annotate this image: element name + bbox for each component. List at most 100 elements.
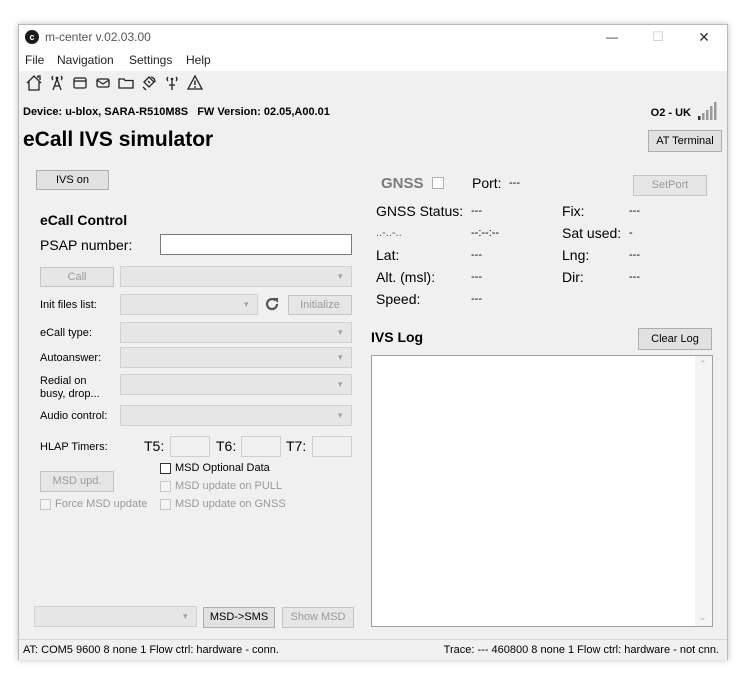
t7-input[interactable] <box>312 436 352 457</box>
at-terminal-button[interactable]: AT Terminal <box>648 130 722 152</box>
gnss-status-label: GNSS Status: <box>376 203 464 219</box>
chevron-down-icon: ▾ <box>244 299 249 309</box>
msd-upd-button[interactable]: MSD upd. <box>40 471 114 492</box>
t6-label: T6: <box>216 438 237 454</box>
refresh-icon[interactable] <box>263 295 281 313</box>
t5-input[interactable] <box>170 436 210 457</box>
gnss-checkbox[interactable] <box>432 177 444 189</box>
call-button[interactable]: Call <box>40 267 114 287</box>
msd-sms-button[interactable]: MSD->SMS <box>203 607 275 628</box>
ivs-log-area[interactable]: ⌃ ⌄ <box>371 355 713 627</box>
close-button[interactable]: ✕ <box>681 25 727 49</box>
t5-label: T5: <box>144 438 165 454</box>
lat-label: Lat: <box>376 247 400 263</box>
antenna-icon[interactable] <box>48 73 66 93</box>
autoanswer-select[interactable]: ▾ <box>120 347 352 368</box>
psap-number-label: PSAP number: <box>40 237 133 253</box>
initialize-button[interactable]: Initialize <box>288 295 352 315</box>
t7-label: T7: <box>286 438 307 454</box>
speed-value: --- <box>471 293 482 305</box>
scroll-down-icon[interactable]: ⌄ <box>699 612 707 623</box>
page-title: eCall IVS simulator <box>23 128 214 151</box>
redial-select[interactable]: ▾ <box>120 374 352 395</box>
psap-number-input[interactable] <box>160 234 352 255</box>
status-trace: Trace: --- 460800 8 none 1 Flow ctrl: ha… <box>443 644 719 656</box>
lat-value: --- <box>471 249 482 261</box>
audio-control-select[interactable]: ▾ <box>120 405 352 426</box>
force-msd-checkbox[interactable] <box>40 499 51 510</box>
msd-update-pull-checkbox[interactable] <box>160 481 171 492</box>
chevron-down-icon: ▾ <box>338 327 343 337</box>
warning-icon[interactable] <box>186 73 204 93</box>
device-info: Device: u-blox, SARA-R510M8S FW Version:… <box>23 106 330 118</box>
lng-value: --- <box>629 249 640 261</box>
show-msd-button[interactable]: Show MSD <box>282 607 354 628</box>
dir-value: --- <box>629 271 640 283</box>
chevron-down-icon: ▾ <box>338 352 343 362</box>
chevron-down-icon: ▾ <box>338 379 343 389</box>
msd-update-gnss-checkbox[interactable] <box>160 499 171 510</box>
alt-value: --- <box>471 271 482 283</box>
chevron-down-icon: ▾ <box>183 611 188 621</box>
t6-input[interactable] <box>241 436 281 457</box>
port-label: Port: <box>472 175 502 191</box>
init-files-label: Init files list: <box>40 299 97 311</box>
app-window: c m-center v.02.03.00 — ☐ ✕ File Navigat… <box>18 24 728 660</box>
audio-control-label: Audio control: <box>40 410 108 422</box>
fix-value: --- <box>629 205 640 217</box>
menu-help[interactable]: Help <box>186 53 211 67</box>
app-logo-icon: c <box>25 30 39 44</box>
dir-label: Dir: <box>562 269 584 285</box>
hlap-timers-label: HLAP Timers: <box>40 441 108 453</box>
redial-label-line1: Redial on <box>40 375 87 387</box>
menu-settings[interactable]: Settings <box>129 53 172 67</box>
scroll-up-icon[interactable]: ⌃ <box>699 359 707 370</box>
ecall-control-heading: eCall Control <box>40 212 128 228</box>
folder-icon[interactable] <box>117 73 135 93</box>
menu-navigation[interactable]: Navigation <box>57 53 114 67</box>
gnss-label: GNSS <box>381 175 424 192</box>
status-at: AT: COM5 9600 8 none 1 Flow ctrl: hardwa… <box>23 644 279 656</box>
speed-label: Speed: <box>376 291 421 307</box>
chevron-down-icon: ▾ <box>338 271 343 281</box>
sat-used-value: - <box>629 227 633 239</box>
gnss-time: --:--:-- <box>471 227 500 239</box>
alt-label: Alt. (msl): <box>376 269 436 285</box>
msd-update-gnss-label: MSD update on GNSS <box>175 498 286 510</box>
call-number-select[interactable]: ▾ <box>120 266 352 287</box>
maximize-button[interactable]: ☐ <box>635 25 681 49</box>
ecall-type-select[interactable]: ▾ <box>120 322 352 343</box>
menu-bar: File Navigation Settings Help <box>19 49 727 71</box>
autoanswer-label: Autoanswer: <box>40 352 102 364</box>
force-msd-label: Force MSD update <box>55 498 148 510</box>
title-bar: c m-center v.02.03.00 — ☐ ✕ <box>19 25 727 49</box>
clear-log-button[interactable]: Clear Log <box>638 328 712 350</box>
init-files-select[interactable]: ▾ <box>120 294 258 315</box>
home-icon[interactable] <box>25 73 43 93</box>
gnss-status-value: --- <box>471 205 482 217</box>
redial-label-line2: busy, drop... <box>40 388 100 400</box>
sat-used-label: Sat used: <box>562 225 622 241</box>
msd-optional-label: MSD Optional Data <box>175 462 270 474</box>
carrier-name: O2 - UK <box>650 107 691 119</box>
menu-file[interactable]: File <box>25 53 44 67</box>
msd-update-pull-label: MSD update on PULL <box>175 480 283 492</box>
lng-label: Lng: <box>562 247 590 263</box>
status-bar: AT: COM5 9600 8 none 1 Flow ctrl: hardwa… <box>19 639 727 660</box>
fix-label: Fix: <box>562 203 585 219</box>
signal-icon[interactable] <box>163 73 181 93</box>
envelope-icon[interactable] <box>94 73 112 93</box>
setport-button[interactable]: SetPort <box>633 175 707 196</box>
ivs-on-button[interactable]: IVS on <box>36 170 109 190</box>
window-title: m-center v.02.03.00 <box>45 30 151 44</box>
chevron-down-icon: ▾ <box>338 410 343 420</box>
ivs-log-heading: IVS Log <box>371 329 424 345</box>
msd-optional-checkbox[interactable] <box>160 463 171 474</box>
ecall-type-label: eCall type: <box>40 327 92 339</box>
minimize-button[interactable]: — <box>589 25 635 49</box>
satellite-icon[interactable] <box>140 73 158 93</box>
window-icon[interactable] <box>71 73 89 93</box>
signal-strength-icon <box>698 102 717 120</box>
msd-select[interactable]: ▾ <box>34 606 197 627</box>
log-scrollbar[interactable]: ⌃ ⌄ <box>695 356 712 626</box>
